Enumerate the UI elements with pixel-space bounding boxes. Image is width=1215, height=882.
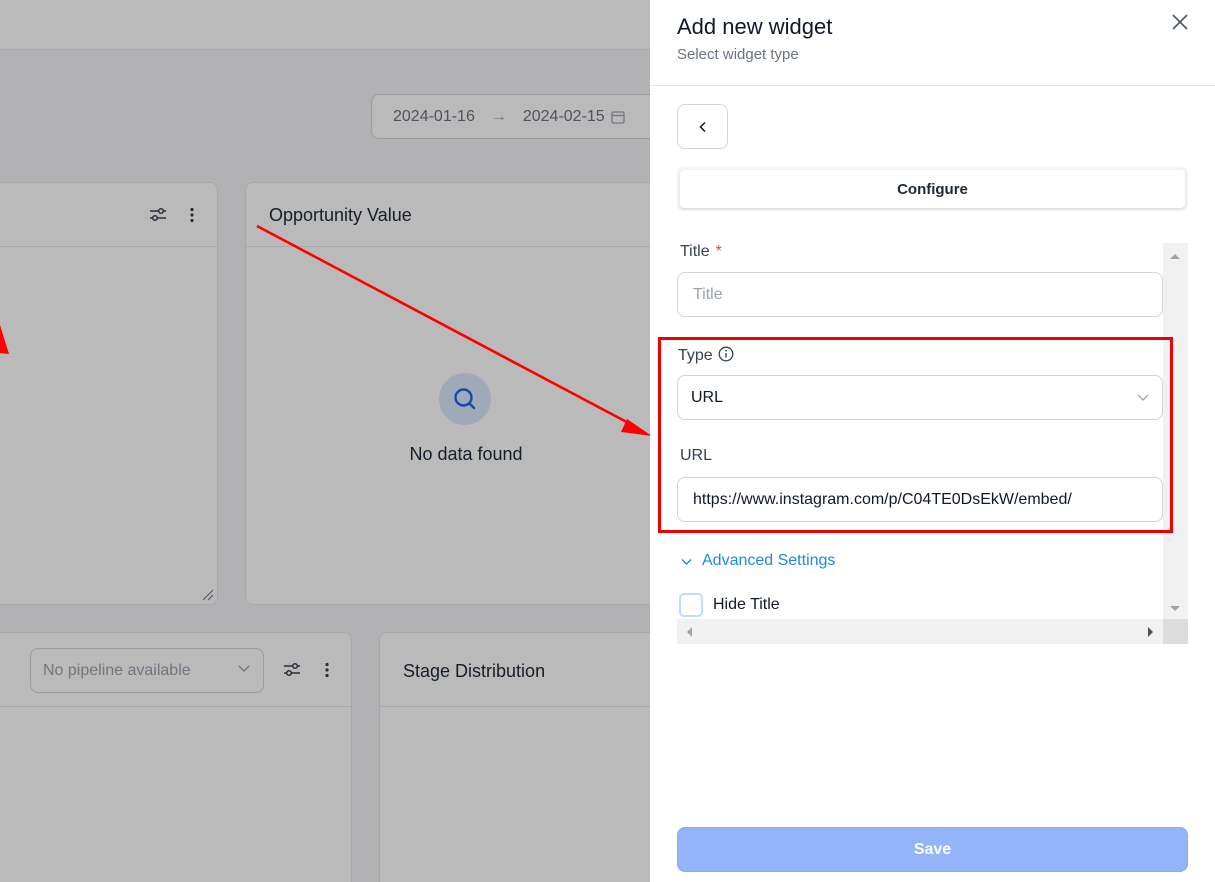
chevron-down-icon <box>1137 394 1149 401</box>
tab-configure[interactable]: Configure <box>680 170 1185 208</box>
scroll-right-icon[interactable] <box>1147 626 1155 638</box>
drawer-subtitle: Select widget type <box>677 46 799 63</box>
vertical-scrollbar[interactable] <box>1163 243 1188 619</box>
save-button[interactable]: Save <box>677 827 1188 872</box>
chevron-left-icon <box>698 121 706 132</box>
advanced-settings-label: Advanced Settings <box>702 552 836 569</box>
drawer-header: Add new widget Select widget type <box>650 0 1215 86</box>
hide-title-option: Hide Title <box>679 593 780 617</box>
type-select-value: URL <box>691 388 724 406</box>
type-label-text: Type <box>678 347 713 364</box>
scroll-up-icon[interactable] <box>1169 252 1181 260</box>
hide-title-label: Hide Title <box>713 596 780 613</box>
drawer-title: Add new widget <box>677 14 833 39</box>
tab-bar: Configure <box>677 167 1188 211</box>
title-label: Title * <box>680 243 722 261</box>
info-icon[interactable] <box>718 346 734 362</box>
back-button[interactable] <box>677 104 728 149</box>
required-mark: * <box>715 243 722 260</box>
type-select[interactable]: URL <box>677 375 1163 420</box>
advanced-settings-toggle[interactable]: Advanced Settings <box>680 552 835 570</box>
form-scroll-area[interactable]: Title * Type URL URL Advanced Settings Hi… <box>677 243 1188 644</box>
url-input[interactable] <box>677 477 1163 522</box>
hide-title-checkbox[interactable] <box>679 593 703 617</box>
scrollbar-corner <box>1163 619 1188 644</box>
title-input[interactable] <box>677 272 1163 317</box>
title-label-text: Title <box>680 243 710 260</box>
chevron-down-icon <box>681 558 692 565</box>
close-icon[interactable] <box>1168 10 1192 34</box>
type-label: Type <box>678 346 734 365</box>
horizontal-scrollbar[interactable] <box>677 619 1163 644</box>
url-label: URL <box>680 447 713 464</box>
scroll-left-icon[interactable] <box>685 626 693 638</box>
add-widget-drawer: Add new widget Select widget type Config… <box>650 0 1215 882</box>
scroll-down-icon[interactable] <box>1169 605 1181 613</box>
